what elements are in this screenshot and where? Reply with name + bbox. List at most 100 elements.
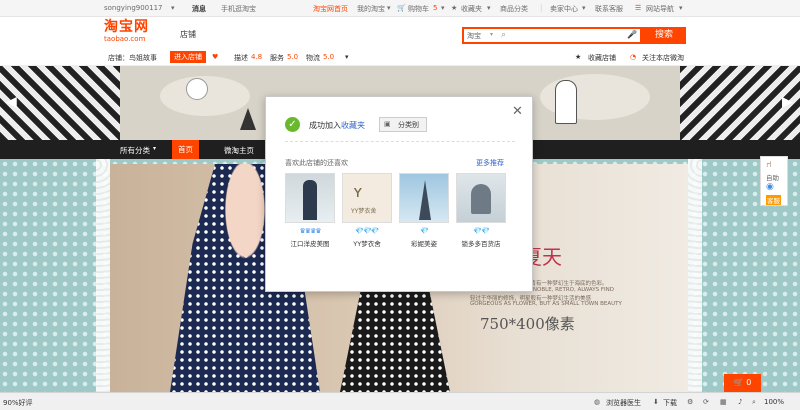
mobile-taobao-link[interactable]: 手机逛淘宝: [221, 4, 256, 14]
doctor-icon[interactable]: ◍: [594, 398, 600, 406]
download-icon[interactable]: ⬇: [653, 398, 659, 406]
nav-weitao[interactable]: 微淘主页: [224, 145, 254, 156]
search-button[interactable]: 搜索: [642, 27, 686, 44]
nav-all-categories[interactable]: 所有分类: [120, 145, 150, 156]
taobao-home-link[interactable]: 淘宝网首页: [313, 4, 348, 14]
browser-status-bar: 90%好评 ◍ 浏览器医生 ⬇ 下载 ⚙ ⟳ ▦ ♪ ⌕ 100%: [0, 392, 800, 410]
enter-shop-button[interactable]: 进入店铺: [170, 51, 206, 63]
site-top-nav: songying900117 ▾ 消息 手机逛淘宝 淘宝网首页 我的淘宝 ▾ 🛒…: [0, 0, 800, 17]
favorites-star-icon[interactable]: ★: [451, 4, 457, 12]
logo-en: taobao.com: [104, 35, 146, 43]
shop-rating: 💎: [420, 227, 429, 235]
download-link[interactable]: 下载: [663, 398, 677, 408]
site-nav-arrow-icon[interactable]: ▾: [679, 4, 683, 12]
recommended-shop[interactable]: ʏ YY梦衣舍 💎💎💎 YY梦衣舍: [342, 173, 392, 248]
nav-all-categories-arrow-icon[interactable]: ▾: [153, 145, 156, 152]
my-taobao-arrow-icon[interactable]: ▾: [387, 4, 391, 12]
shop-thumbnail[interactable]: ʏ YY梦衣舍: [342, 173, 392, 223]
desc-label: 描述: [234, 54, 248, 62]
camera-search-icon[interactable]: 🎤: [627, 30, 637, 39]
banner-prev-arrow-icon[interactable]: ◀: [6, 94, 17, 110]
site-nav-icon[interactable]: ☰: [635, 4, 641, 12]
divider: |: [540, 4, 543, 12]
banner-sun: [186, 78, 208, 100]
nav-home[interactable]: 首页: [172, 140, 199, 159]
favorites-folder-link[interactable]: 收藏夹: [341, 121, 365, 130]
shop-name[interactable]: YY梦衣舍: [342, 238, 392, 248]
search-box: 淘宝 ▾ ⌕ 🎤: [462, 27, 642, 44]
promo-line: GORGEOUS AS FLOWER, BUT AS SMALL TOWN BE…: [470, 301, 622, 307]
weitao-icon[interactable]: ◔: [630, 53, 636, 61]
seller-center-link[interactable]: 卖家中心: [550, 4, 578, 14]
tag-icon: ▣: [384, 120, 391, 128]
shop-info-arrow-icon[interactable]: ▾: [345, 53, 349, 61]
logistics-label: 物流: [306, 54, 320, 62]
desc-score: 4.8: [251, 53, 263, 61]
shop-rating: 💎💎💎: [355, 227, 379, 235]
classify-label: 分类别: [398, 121, 419, 129]
search-input[interactable]: [512, 30, 622, 42]
sync-icon[interactable]: ⟳: [703, 398, 709, 406]
banner-next-arrow-icon[interactable]: ▶: [782, 94, 793, 110]
taobao-logo[interactable]: 淘宝网 taobao.com: [104, 20, 166, 46]
shop-label: 店铺: [180, 30, 196, 39]
recommended-shop[interactable]: ♛♛♛♛ 江口洋皮美图: [285, 173, 335, 248]
shop-name[interactable]: 江口洋皮美图: [285, 238, 335, 248]
my-taobao-link[interactable]: 我的淘宝: [357, 4, 385, 14]
cart-link[interactable]: 购物车: [408, 4, 429, 14]
more-recommend-link[interactable]: 更多推荐: [476, 158, 504, 168]
thumb-figure: [471, 184, 491, 214]
fav-shop-link[interactable]: 收藏店铺: [588, 53, 616, 63]
shop-info-bar: 店铺：鸟姐故事 进入店铺 ♥ 描述 4.8 服务 5.0 物流 5.0 ▾ ★ …: [0, 49, 800, 66]
messages-link[interactable]: 消息: [192, 4, 206, 14]
model-figure-2: [340, 284, 450, 392]
site-nav-link[interactable]: 网站导航: [646, 4, 674, 14]
username-link[interactable]: songying900117: [104, 4, 163, 12]
fav-shop-star-icon[interactable]: ★: [575, 53, 581, 61]
success-message-prefix: 成功加入: [309, 121, 341, 130]
cart-float-button[interactable]: 🛒 0: [724, 374, 761, 392]
cart-icon[interactable]: 🛒: [397, 4, 406, 12]
dropdown-arrow-icon[interactable]: ▾: [171, 4, 175, 12]
recommended-shop[interactable]: 💎💎 锁多多百货店: [456, 173, 506, 248]
volume-icon[interactable]: ♪: [738, 398, 742, 406]
lace-border-left: [96, 159, 110, 392]
close-icon[interactable]: ✕: [512, 104, 523, 119]
settings-icon[interactable]: ⚙: [687, 398, 693, 406]
favorites-arrow-icon[interactable]: ▾: [487, 4, 491, 12]
thumb-tower: [419, 180, 431, 220]
browser-doctor[interactable]: 浏览器医生: [606, 398, 641, 408]
side-label-1: 自助: [766, 174, 779, 182]
rating-status: 90%好评: [3, 399, 33, 407]
favorites-link[interactable]: 收藏夹: [461, 4, 482, 14]
banner-model-left: [0, 66, 120, 140]
heart-icon[interactable]: ♥: [212, 53, 218, 61]
shop-name[interactable]: 锁多多百货店: [456, 238, 506, 248]
shop-thumbnail[interactable]: [285, 173, 335, 223]
cart-arrow-icon[interactable]: ▾: [441, 4, 445, 12]
zoom-level[interactable]: 100%: [764, 398, 784, 406]
success-message: 成功加入收藏夹: [309, 120, 365, 131]
logistics-score: 5.0: [323, 53, 335, 61]
search-scope-arrow-icon[interactable]: ▾: [490, 31, 493, 38]
recommended-shop[interactable]: 💎 彩妮美姿: [399, 173, 449, 248]
shop-thumbnail[interactable]: [399, 173, 449, 223]
seller-center-arrow-icon[interactable]: ▾: [582, 4, 586, 12]
zoom-icon[interactable]: ⌕: [752, 398, 756, 407]
search-scope-select[interactable]: 淘宝: [467, 31, 481, 41]
follow-shop-link[interactable]: 关注本店微淘: [642, 53, 684, 63]
logo-cn: 淘宝网: [104, 19, 149, 35]
shop-name[interactable]: 彩妮美姿: [399, 238, 449, 248]
divider: [285, 141, 515, 142]
layout-icon[interactable]: ▦: [720, 398, 727, 406]
side-service-widget[interactable]: ⑁ 自助 ◉ 客服: [760, 156, 788, 206]
contact-link[interactable]: 联系客服: [595, 4, 623, 14]
shop-name: 店铺：鸟姐故事: [108, 54, 157, 62]
side-label-2: 客服: [766, 195, 781, 205]
cart-float-count: 0: [746, 378, 752, 387]
header: 淘宝网 taobao.com 店铺 淘宝 ▾ ⌕ 🎤 搜索: [0, 17, 800, 49]
shop-thumbnail[interactable]: [456, 173, 506, 223]
categories-link[interactable]: 商品分类: [500, 4, 528, 14]
promo-size-text: 750*400像素: [480, 315, 575, 333]
classify-button[interactable]: ▣ 分类别: [379, 117, 427, 132]
